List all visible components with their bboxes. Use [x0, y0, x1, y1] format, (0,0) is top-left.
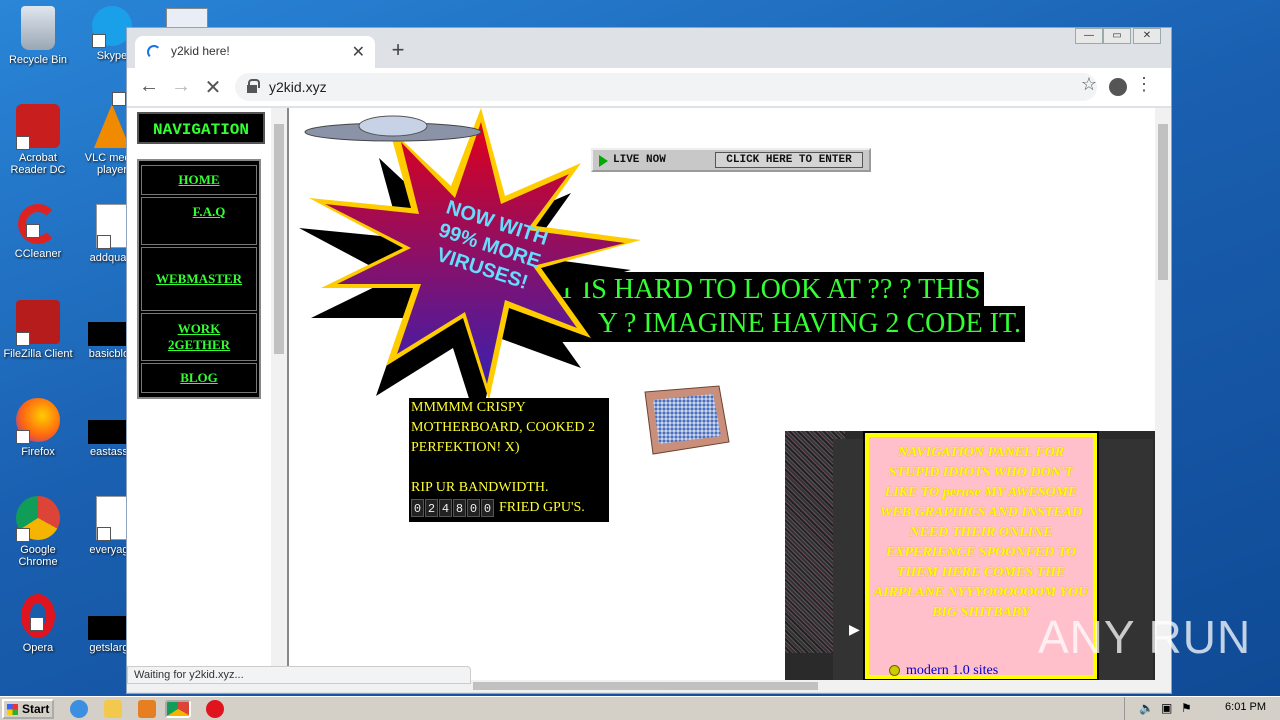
recycle-bin-label: Recycle Bin — [8, 54, 68, 66]
nav-table: HOME F.A.Q WEBMASTER WORK 2GETHER BLOG — [137, 159, 261, 399]
crispy-motherboard-box: MMMMM CRISPY MOTHERBOARD, COOKED 2 PERFE… — [409, 398, 609, 522]
ccleaner-label: CCleaner — [14, 248, 62, 260]
redacted-block — [88, 322, 126, 346]
taskbar: Start 🔈 ▣ ⚑ 6:01 PM — [0, 696, 1280, 720]
network-icon[interactable]: ▣ — [1161, 701, 1172, 715]
counter-digit: 0 — [481, 498, 494, 517]
chrome-icon[interactable]: Google Chrome — [0, 496, 76, 568]
counter-digit: 2 — [425, 498, 438, 517]
browser-tab[interactable]: y2kid here! ✕ — [135, 36, 375, 68]
minimize-button[interactable]: — — [1075, 28, 1103, 44]
address-bar[interactable]: y2kid.xyz — [235, 73, 1097, 101]
video-play-icon[interactable]: ▶ — [849, 621, 860, 638]
fried-gpus-text: FRIED GPU'S. — [499, 500, 585, 515]
nav-link-faq[interactable]: F.A.Q — [141, 197, 257, 245]
lock-icon — [247, 79, 260, 93]
start-button[interactable]: Start — [2, 699, 54, 719]
play-icon — [599, 155, 608, 167]
status-bar: Waiting for y2kid.xyz... — [127, 666, 471, 684]
panel-text: NAVIGATION PANEL FOR STUPID IDIOTS WHO D… — [873, 445, 1089, 620]
opera-taskbar-icon[interactable] — [206, 700, 224, 718]
stop-loading-icon[interactable]: ✕ — [201, 75, 225, 100]
url-text: y2kid.xyz — [269, 79, 327, 95]
new-tab-icon[interactable]: + — [387, 37, 409, 63]
page-viewport: NAVIGATION HOME F.A.Q WEBMASTER WORK 2GE… — [127, 108, 1171, 692]
live-now-banner[interactable]: LIVE NOW CLICK HERE TO ENTER — [591, 148, 871, 172]
filezilla-label: FileZilla Client — [3, 348, 73, 360]
redacted-block — [88, 420, 126, 444]
system-tray: 🔈 ▣ ⚑ 6:01 PM — [1124, 697, 1280, 720]
browser-window: y2kid here! ✕ + — ▭ ✕ ← → ✕ y2kid.xyz ☆ … — [126, 27, 1172, 694]
redacted-block — [88, 616, 126, 640]
live-now-label: LIVE NOW — [613, 154, 666, 166]
counter-digit: 4 — [439, 498, 452, 517]
back-arrow-icon[interactable]: ← — [137, 75, 161, 98]
flag-icon[interactable]: ⚑ — [1181, 701, 1192, 715]
tv-static-image — [644, 385, 730, 455]
counter-digit: 0 — [411, 498, 424, 517]
chrome-taskbar-icon[interactable] — [165, 700, 191, 718]
acrobat-icon[interactable]: Acrobat Reader DC — [0, 104, 76, 176]
nav-link-blog[interactable]: BLOG — [141, 363, 257, 393]
media-player-icon[interactable] — [138, 700, 156, 718]
volume-icon[interactable]: 🔈 — [1139, 701, 1154, 715]
ccleaner-icon[interactable]: CCleaner — [0, 204, 76, 260]
browser-toolbar: ← → ✕ y2kid.xyz ☆ ⋮ — [127, 68, 1171, 106]
ufo-image — [304, 115, 482, 142]
firefox-label: Firefox — [21, 446, 55, 458]
nav-title: NAVIGATION — [137, 112, 265, 144]
navigation-frame: NAVIGATION HOME F.A.Q WEBMASTER WORK 2GE… — [127, 108, 289, 680]
skype-label: Skype — [96, 50, 128, 62]
close-window-button[interactable]: ✕ — [1133, 28, 1161, 44]
anyrun-watermark: ANY RUN — [1038, 611, 1252, 663]
nav-scrollbar[interactable] — [271, 108, 287, 680]
content-frame: IT IS HARD TO LOOK AT ?? ? THIS Y ? IMAG… — [291, 108, 1171, 681]
chrome-label: Google Chrome — [18, 544, 58, 568]
firefox-icon[interactable]: Firefox — [0, 398, 76, 458]
opera-icon[interactable]: Opera — [0, 594, 76, 654]
acrobat-label: Acrobat Reader DC — [10, 152, 66, 176]
profile-avatar-icon[interactable] — [1109, 78, 1127, 96]
maximize-button[interactable]: ▭ — [1103, 28, 1131, 44]
bandwidth-text: RIP UR BANDWIDTH. — [411, 480, 549, 495]
counter-digit: 8 — [453, 498, 466, 517]
clock: 6:01 PM — [1225, 701, 1266, 713]
enter-button[interactable]: CLICK HERE TO ENTER — [715, 152, 863, 168]
loading-spinner-icon — [147, 45, 161, 59]
crispy-text: MMMMM CRISPY MOTHERBOARD, COOKED 2 PERFE… — [411, 400, 595, 455]
browser-menu-icon[interactable]: ⋮ — [1135, 74, 1153, 95]
ie-icon[interactable] — [70, 700, 88, 718]
tab-strip: y2kid here! ✕ + — ▭ ✕ — [127, 28, 1171, 68]
filezilla-icon[interactable]: FileZilla Client — [0, 300, 76, 360]
close-tab-icon[interactable]: ✕ — [352, 42, 365, 62]
nav-link-work-together[interactable]: WORK 2GETHER — [141, 313, 257, 361]
nav-link-webmaster[interactable]: WEBMASTER — [141, 247, 257, 311]
content-scrollbar[interactable] — [1155, 108, 1171, 680]
hit-counter: 0 2 4 8 0 0 — [411, 498, 495, 517]
opera-label: Opera — [22, 642, 54, 654]
modern-sites-link[interactable]: modern 1.0 sites — [889, 663, 998, 679]
nav-link-home[interactable]: HOME — [141, 165, 257, 195]
bookmark-star-icon[interactable]: ☆ — [1081, 74, 1097, 95]
file-icon[interactable] — [166, 8, 208, 28]
recycle-bin-icon[interactable]: Recycle Bin — [0, 6, 76, 66]
tab-title: y2kid here! — [171, 44, 230, 58]
explorer-icon[interactable] — [104, 700, 122, 718]
forward-arrow-icon[interactable]: → — [169, 75, 193, 98]
counter-digit: 0 — [467, 498, 480, 517]
